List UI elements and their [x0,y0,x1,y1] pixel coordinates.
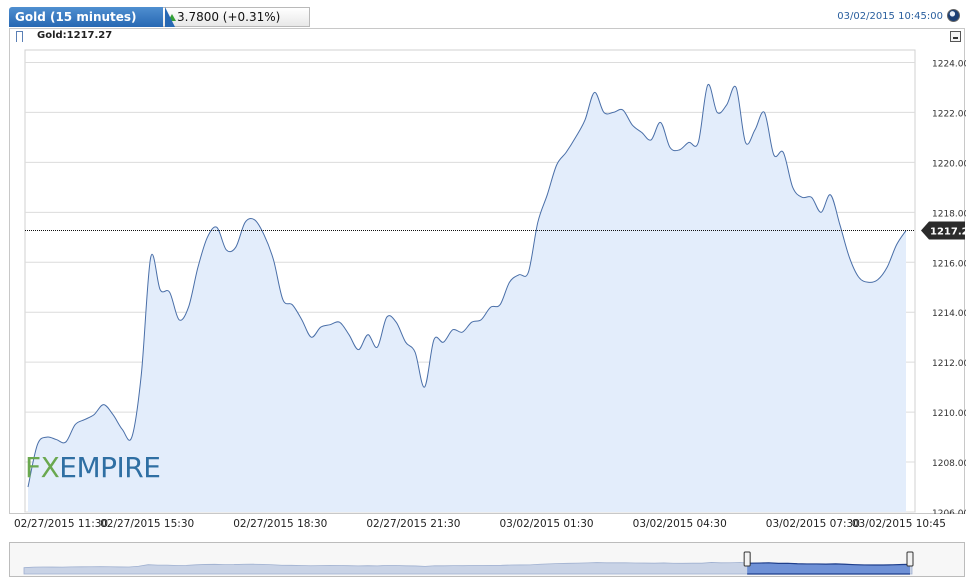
instrument-tab[interactable]: Gold (15 minutes) [9,7,170,27]
y-tick-label: 1210.00 [932,409,966,419]
y-tick-label: 1208.00 [932,459,966,469]
y-tick-label: 1214.00 [932,309,966,319]
timestamp: 03/02/2015 10:45:00 [837,11,943,22]
x-tick-label: 03/02/2015 07:30 [766,518,860,530]
x-tick-label: 03/02/2015 01:30 [500,518,594,530]
y-tick-label: 1222.00 [932,109,966,119]
y-tick-label: 1224.00 [932,59,966,69]
navigator[interactable] [9,542,965,577]
last-value-label: 1217.27 [930,227,966,238]
y-tick-label: 1212.00 [932,359,966,369]
legend-swatch-icon [16,31,23,42]
chart-area: 1206.00 1208.00 1210.00 1212.00 1214.00 1216.… [9,44,966,514]
chart-header: Gold (15 minutes) 3.7800 (+0.31%) 03/02/… [0,0,976,28]
main-chart-svg: 1206.001208.001210.001212.001214.001216.… [24,49,966,514]
y-tick-label: 1218.00 [932,209,966,219]
x-axis-labels: 02/27/2015 11:3002/27/2015 15:30 02/27/20… [14,518,946,530]
globe-icon[interactable] [947,9,960,22]
price-change-box: 3.7800 (+0.31%) [163,7,310,27]
navigator-handle-left[interactable] [743,551,751,567]
x-tick-label: 03/02/2015 10:45 [852,518,946,530]
watermark-logo: FXEMPIRE [25,451,160,484]
x-tick-label: 03/02/2015 04:30 [633,518,727,530]
legend: Gold:1217.27 [9,28,965,44]
x-tick-label: 02/27/2015 21:30 [366,518,460,530]
navigator-chart [23,551,914,575]
minimize-icon[interactable] [950,31,961,42]
x-tick-label: 02/27/2015 15:30 [100,518,194,530]
price-change: 3.7800 (+0.31%) [177,10,281,24]
y-tick-label: 1220.00 [932,159,966,169]
legend-label: Gold:1217.27 [37,30,113,41]
tab-edge [165,7,175,27]
x-tick-label: 02/27/2015 11:30 [14,518,108,530]
navigator-handle-right[interactable] [906,551,914,567]
x-tick-label: 02/27/2015 18:30 [233,518,327,530]
y-tick-label: 1216.00 [932,259,966,269]
